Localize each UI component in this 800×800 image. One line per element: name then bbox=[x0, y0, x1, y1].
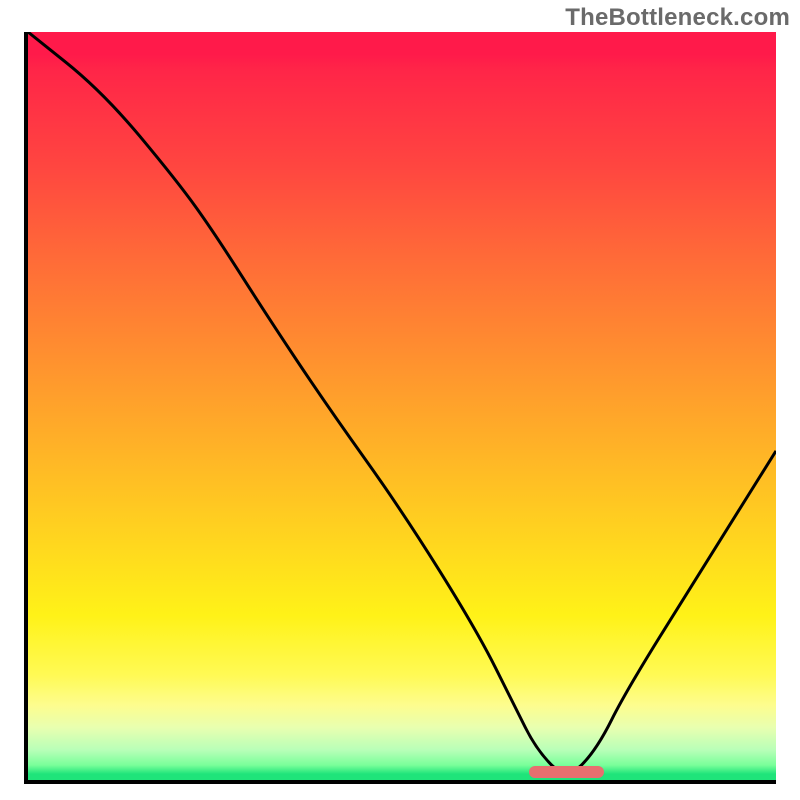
watermark-text: TheBottleneck.com bbox=[565, 4, 790, 32]
optimal-range-marker bbox=[529, 766, 604, 778]
chart-container: TheBottleneck.com bbox=[0, 0, 800, 800]
bottleneck-curve bbox=[28, 32, 776, 780]
curve-path bbox=[28, 32, 776, 773]
plot-area bbox=[24, 32, 776, 784]
